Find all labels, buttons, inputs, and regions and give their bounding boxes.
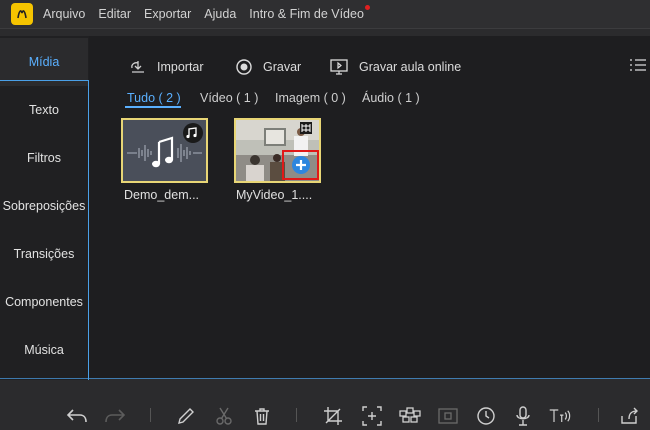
mosaic-icon (399, 407, 421, 423)
record-button[interactable]: Gravar (235, 58, 301, 76)
sidebar-item-label: Transições (13, 247, 75, 261)
redo-icon (105, 409, 126, 423)
share-icon (621, 407, 638, 424)
sidebar-item-label: Música (24, 343, 64, 357)
sidebar-item-label: Mídia (28, 55, 60, 69)
import-icon (131, 61, 144, 73)
active-tab-line (0, 80, 90, 81)
filter-tab-audio[interactable]: Áudio ( 1 ) (362, 91, 420, 105)
sidebar-item-texto[interactable]: Texto (0, 86, 88, 134)
app-logo-icon (11, 3, 33, 25)
text-to-speech-icon (549, 409, 571, 422)
sidebar-item-label: Componentes (5, 295, 83, 309)
toolbar-separator (150, 408, 151, 422)
sidebar-item-label: Sobreposições (2, 199, 86, 213)
undo-icon (66, 409, 87, 423)
sidebar-item-midia[interactable]: Mídia (0, 38, 88, 86)
crop-button[interactable] (321, 404, 345, 428)
delete-button[interactable] (250, 404, 274, 428)
mosaic-button[interactable] (398, 404, 422, 428)
add-to-timeline-button[interactable] (292, 156, 310, 174)
clock-icon (477, 407, 495, 425)
list-view-icon (630, 59, 646, 71)
import-label: Importar (157, 60, 204, 74)
list-view-button[interactable] (629, 58, 650, 72)
sidebar-item-filtros[interactable]: Filtros (0, 134, 88, 182)
pencil-icon (178, 408, 194, 424)
scissors-icon (216, 407, 232, 425)
media-item-label: MyVideo_1.... (236, 188, 313, 202)
cut-button[interactable] (212, 404, 236, 428)
trash-icon (255, 408, 269, 425)
filter-active-underline (125, 106, 181, 108)
record-icon (236, 59, 252, 75)
panel-border (0, 378, 650, 379)
toolbar-separator (296, 408, 297, 422)
filter-tab-all[interactable]: Tudo ( 2 ) (127, 91, 181, 105)
edit-button[interactable] (174, 404, 198, 428)
media-panel: Importar Gravar Gravar aula online Tudo … (89, 36, 650, 378)
record-online-label: Gravar aula online (359, 60, 462, 74)
sidebar-item-musica[interactable]: Música (0, 326, 88, 374)
menu-intro-fim-video-label: Intro & Fim de Vídeo (249, 7, 364, 21)
zoom-frame-icon (362, 406, 382, 426)
sidebar-item-label: Texto (29, 103, 59, 117)
voiceover-button[interactable] (511, 404, 535, 428)
record-online-class-button[interactable]: Gravar aula online (329, 58, 461, 76)
duration-button[interactable] (474, 404, 498, 428)
sidebar-item-label: Filtros (26, 151, 62, 165)
media-item-audio-thumbnail[interactable] (121, 118, 208, 183)
text-to-speech-button[interactable] (548, 404, 572, 428)
sidebar-item-componentes[interactable]: Componentes (0, 278, 88, 326)
record-label: Gravar (263, 60, 302, 74)
freeze-frame-button[interactable] (436, 404, 460, 428)
freeze-frame-icon (438, 408, 458, 424)
title-bar: Arquivo Editar Exportar Ajuda Intro & Fi… (0, 0, 650, 28)
audio-waveform-icon (123, 120, 206, 181)
toolbar-separator (598, 408, 599, 422)
media-item-video-thumbnail[interactable] (234, 118, 321, 183)
export-button[interactable] (618, 404, 642, 428)
media-item-label: Demo_dem... (124, 188, 200, 202)
menu-arquivo[interactable]: Arquivo (43, 7, 85, 21)
menu-exportar[interactable]: Exportar (144, 7, 191, 21)
import-button[interactable]: Importar (129, 58, 204, 76)
sidebar: Mídia Texto Filtros Sobreposições Transi… (0, 36, 90, 380)
redo-button[interactable] (103, 404, 127, 428)
menu-editar[interactable]: Editar (98, 7, 131, 21)
filter-tab-video[interactable]: Vídeo ( 1 ) (200, 91, 258, 105)
plus-icon (296, 160, 306, 170)
menu-intro-fim-video[interactable]: Intro & Fim de Vídeo (249, 5, 370, 21)
undo-button[interactable] (65, 404, 89, 428)
edit-toolbar (0, 380, 650, 430)
menu-ajuda[interactable]: Ajuda (204, 7, 236, 21)
crop-icon (324, 407, 342, 425)
zoom-button[interactable] (360, 404, 384, 428)
sidebar-item-sobreposicoes[interactable]: Sobreposições (0, 182, 88, 230)
filter-tab-image[interactable]: Imagem ( 0 ) (275, 91, 346, 105)
screen-record-icon (330, 59, 348, 75)
notification-dot (364, 5, 370, 10)
microphone-icon (516, 406, 530, 426)
sidebar-item-transicoes[interactable]: Transições (0, 230, 88, 278)
divider (0, 28, 650, 29)
